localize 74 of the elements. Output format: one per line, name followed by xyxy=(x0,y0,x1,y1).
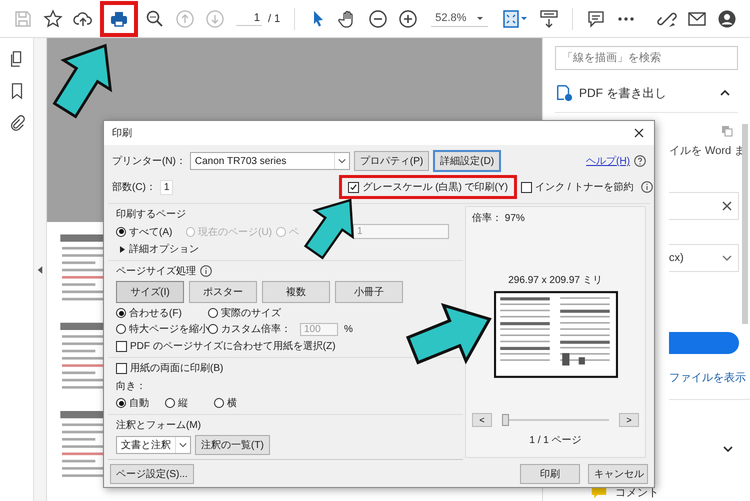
page-size-title: ページサイズ処理 xyxy=(116,265,196,278)
scaling-radio[interactable]: 特大ページを縮小 xyxy=(116,322,209,336)
star-icon[interactable] xyxy=(43,8,63,28)
next-preview-button[interactable]: > xyxy=(619,413,639,427)
search-field[interactable]: 「線を描画」を検索 xyxy=(555,46,738,70)
expand-arrow-icon[interactable] xyxy=(120,246,125,252)
printer-label: プリンター(N)： xyxy=(112,154,186,168)
chevron-down-icon[interactable] xyxy=(338,157,346,165)
duplex-checkbox[interactable]: 用紙の両面に印刷(B) xyxy=(116,361,224,375)
format-dropdown[interactable]: cx) xyxy=(669,244,739,272)
export-pdf-title[interactable]: PDF を書き出し xyxy=(579,84,714,102)
page-size-tab[interactable]: サイズ(I) xyxy=(116,281,184,303)
comment-list-button[interactable]: 注釈の一覧(T) xyxy=(195,435,270,455)
description-text: イルを Word ま xyxy=(669,144,746,158)
cancel-button[interactable]: キャンセル xyxy=(588,464,648,484)
previous-preview-button[interactable]: < xyxy=(472,413,492,427)
view-file-link[interactable]: ファイルを表示 xyxy=(669,370,746,385)
dialog-title: 印刷 xyxy=(112,126,132,140)
page-size-tab[interactable]: 小冊子 xyxy=(335,281,403,303)
clear-icon[interactable] xyxy=(722,201,732,211)
export-pdf-icon xyxy=(555,84,573,102)
file-field[interactable] xyxy=(669,192,739,220)
info-icon[interactable] xyxy=(641,181,654,193)
pages-title: 印刷するページ xyxy=(116,208,187,221)
paper-size-text: 296.97 x 209.97 ミリ xyxy=(508,274,603,287)
arrow-annotation xyxy=(304,198,354,260)
more-options-link[interactable]: 詳細オプション xyxy=(129,242,199,256)
comment-tool-label[interactable]: コメント xyxy=(615,485,659,500)
close-icon[interactable] xyxy=(634,128,644,138)
copies-label: 部数(C)： xyxy=(112,180,156,194)
page-number-field[interactable]: 1 xyxy=(236,11,262,26)
paper-by-pdf-checkbox[interactable]: PDF のページサイズに合わせて用紙を選択(Z) xyxy=(116,339,336,353)
zoom-in-icon[interactable] xyxy=(398,8,418,28)
page-total: / 1 xyxy=(268,12,280,24)
scaling-radio[interactable]: 合わせる(F) xyxy=(116,306,182,320)
properties-button[interactable]: プロパティ(P) xyxy=(354,151,430,171)
slider-handle[interactable] xyxy=(502,414,509,426)
chevron-down-icon[interactable] xyxy=(179,441,187,449)
help-icon[interactable] xyxy=(634,155,646,167)
orientation-radio[interactable]: 縦 xyxy=(165,396,210,410)
export-button[interactable] xyxy=(669,332,739,354)
scroll-mode-icon[interactable] xyxy=(539,8,560,28)
zoom-dropdown[interactable]: 52.8% xyxy=(431,10,488,27)
advanced-button[interactable]: 詳細設定(D) xyxy=(433,150,502,172)
copies-field[interactable]: 1 xyxy=(160,180,174,194)
zoom-out-icon[interactable] xyxy=(368,8,388,28)
orientation-radio[interactable]: 横 xyxy=(214,396,259,410)
caret-icon[interactable] xyxy=(476,14,484,22)
grayscale-checkbox[interactable]: グレースケール (白黒) で印刷(Y) xyxy=(339,175,517,199)
checkmark-icon xyxy=(349,182,358,192)
scaling-radio[interactable]: カスタム倍率： 100 % xyxy=(208,322,353,336)
zoom-search-icon[interactable] xyxy=(145,8,165,28)
page-range-radio[interactable]: すべて(A) xyxy=(116,224,182,238)
page-setup-button[interactable]: ページ設定(S)... xyxy=(110,464,194,484)
save-ink-checkbox[interactable]: インク / トナーを節約 xyxy=(521,180,634,194)
orientation-radio[interactable]: 自動 xyxy=(116,396,161,410)
page-count: 1 / 1 ページ xyxy=(529,434,582,447)
fit-page-icon[interactable] xyxy=(501,8,530,28)
chevron-down-icon[interactable] xyxy=(723,444,733,454)
user-icon[interactable] xyxy=(717,8,737,28)
preview-scale: 倍率： 97% xyxy=(472,212,525,225)
page-size-tab[interactable]: 複数 xyxy=(262,281,330,303)
comments-dropdown[interactable]: 文書と注釈 xyxy=(116,436,191,454)
page-size-tab[interactable]: ポスター xyxy=(189,281,257,303)
comment-icon[interactable] xyxy=(586,8,606,28)
scaling-radio[interactable]: 実際のサイズ xyxy=(208,306,281,320)
print-button[interactable]: 印刷 xyxy=(520,464,580,484)
chevron-up-icon[interactable] xyxy=(720,88,730,98)
collapse-arrow-icon[interactable] xyxy=(37,266,43,274)
printer-dropdown[interactable]: Canon TR703 series xyxy=(190,152,350,170)
orientation-label: 向き： xyxy=(116,380,147,393)
info-icon[interactable] xyxy=(200,265,212,277)
comments-label: 注釈とフォーム(M) xyxy=(116,418,202,432)
help-link[interactable]: ヘルプ(H) xyxy=(586,154,630,168)
